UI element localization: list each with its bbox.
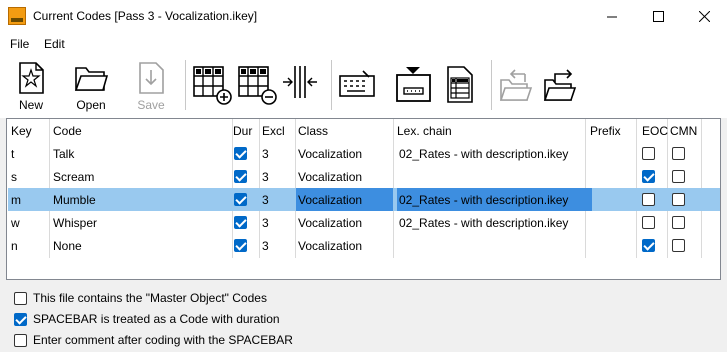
cell-lex-chain[interactable]: 02_Rates - with description.ikey (399, 193, 568, 207)
header-key[interactable]: Key (11, 124, 32, 138)
header-code[interactable]: Code (53, 124, 82, 138)
maximize-button[interactable] (635, 0, 681, 32)
minimize-button[interactable] (589, 0, 635, 32)
cell-lex-chain[interactable]: 02_Rates - with description.ikey (399, 147, 568, 161)
header-class[interactable]: Class (298, 124, 328, 138)
header-lex-chain[interactable]: Lex. chain (397, 124, 452, 138)
cell-class[interactable]: Vocalization (298, 193, 362, 207)
cell-key[interactable]: n (11, 239, 18, 253)
header-cmn[interactable]: CMN (670, 124, 697, 138)
dur-checkbox[interactable] (234, 193, 247, 206)
toolbar-separator (185, 60, 186, 110)
cell-code[interactable]: Talk (53, 147, 74, 161)
table-row[interactable]: w Whisper 3 Vocalization 02_Rates - with des… (8, 211, 720, 234)
cell-class[interactable]: Vocalization (298, 239, 362, 253)
new-file-icon (19, 62, 44, 94)
new-button[interactable]: New (9, 58, 53, 114)
cell-class[interactable]: Vocalization (298, 216, 362, 230)
cell-excl[interactable]: 3 (262, 147, 269, 161)
save-button[interactable]: Save (129, 58, 173, 114)
cell-code[interactable]: Mumble (53, 193, 96, 207)
open-button[interactable]: Open (69, 58, 113, 114)
dur-checkbox[interactable] (234, 239, 247, 252)
code-list-button[interactable] (440, 58, 484, 114)
table-row[interactable]: s Scream 3 Vocalization (8, 165, 720, 188)
eoc-checkbox[interactable] (642, 147, 655, 160)
master-object-checkbox[interactable] (14, 292, 27, 305)
cell-class[interactable]: Vocalization (298, 147, 362, 161)
import-folder-button[interactable] (497, 58, 541, 114)
eoc-checkbox[interactable] (642, 170, 655, 183)
header-eoc[interactable]: EOC (642, 124, 668, 138)
eoc-checkbox[interactable] (642, 239, 655, 252)
cell-key[interactable]: w (11, 216, 20, 230)
keyboard-icon (339, 70, 375, 97)
open-folder-icon (74, 67, 108, 91)
open-label: Open (76, 98, 106, 112)
remove-row-button[interactable] (236, 58, 280, 114)
eoc-checkbox[interactable] (642, 193, 655, 206)
close-button[interactable] (681, 0, 727, 32)
cell-excl[interactable]: 3 (262, 193, 269, 207)
app-icon (8, 7, 26, 25)
enter-comment-label: Enter comment after coding with the SPAC… (33, 333, 293, 347)
spacebar-duration-checkbox[interactable] (14, 313, 27, 326)
table-add-icon (193, 66, 232, 105)
menu-bar: File Edit (0, 32, 727, 54)
table-row[interactable]: t Talk 3 Vocalization 02_Rates - with descri… (8, 142, 720, 165)
dur-checkbox[interactable] (234, 170, 247, 183)
keyboard-button[interactable] (337, 58, 381, 114)
cell-excl[interactable]: 3 (262, 216, 269, 230)
table-row[interactable]: m Mumble 3 Vocalization 02_Rates - with desc… (8, 188, 720, 211)
cmn-checkbox[interactable] (672, 239, 685, 252)
enter-comment-checkbox[interactable] (14, 334, 27, 347)
codes-table: Key Code Dur Excl Class Lex. chain Prefi… (6, 118, 721, 280)
cell-code[interactable]: None (53, 239, 82, 253)
save-label: Save (137, 98, 165, 112)
cell-class[interactable]: Vocalization (298, 170, 362, 184)
menu-file[interactable]: File (10, 37, 29, 51)
cell-code[interactable]: Whisper (53, 216, 97, 230)
cmn-checkbox[interactable] (672, 147, 685, 160)
cmn-checkbox[interactable] (672, 216, 685, 229)
document-list-icon (447, 66, 473, 103)
table-remove-icon (238, 66, 277, 105)
cell-code[interactable]: Scream (53, 170, 94, 184)
toolbar-separator (331, 60, 332, 110)
cell-excl[interactable]: 3 (262, 170, 269, 184)
device-icon (396, 67, 431, 102)
export-button[interactable] (393, 58, 437, 114)
cell-excl[interactable]: 3 (262, 239, 269, 253)
header-dur[interactable]: Dur (233, 124, 252, 138)
menu-edit[interactable]: Edit (44, 37, 65, 51)
title-bar: Current Codes [Pass 3 - Vocalization.ike… (0, 0, 727, 32)
cmn-checkbox[interactable] (672, 193, 685, 206)
column-resize-button[interactable] (280, 58, 324, 114)
spacebar-duration-label: SPACEBAR is treated as a Code with durat… (33, 312, 280, 326)
folder-back-icon (499, 69, 533, 101)
header-excl[interactable]: Excl (262, 124, 285, 138)
dur-checkbox[interactable] (234, 147, 247, 160)
toolbar-separator (491, 60, 492, 110)
cell-key[interactable]: t (11, 147, 14, 161)
cell-key[interactable]: s (11, 170, 17, 184)
master-object-label: This file contains the "Master Object" C… (33, 291, 267, 305)
column-resize-icon (283, 66, 317, 98)
eoc-checkbox[interactable] (642, 216, 655, 229)
cell-key[interactable]: m (11, 193, 21, 207)
dur-checkbox[interactable] (234, 216, 247, 229)
folder-forward-icon (543, 69, 577, 101)
toolbar: New Open Save (0, 54, 727, 118)
window-title: Current Codes [Pass 3 - Vocalization.ike… (33, 9, 258, 23)
cmn-checkbox[interactable] (672, 170, 685, 183)
table-row[interactable]: n None 3 Vocalization (8, 234, 720, 257)
cell-lex-chain[interactable]: 02_Rates - with description.ikey (399, 216, 568, 230)
add-row-button[interactable] (191, 58, 235, 114)
header-prefix[interactable]: Prefix (590, 124, 621, 138)
new-label: New (18, 98, 43, 112)
export-folder-button[interactable] (541, 58, 585, 114)
save-icon (139, 62, 164, 94)
